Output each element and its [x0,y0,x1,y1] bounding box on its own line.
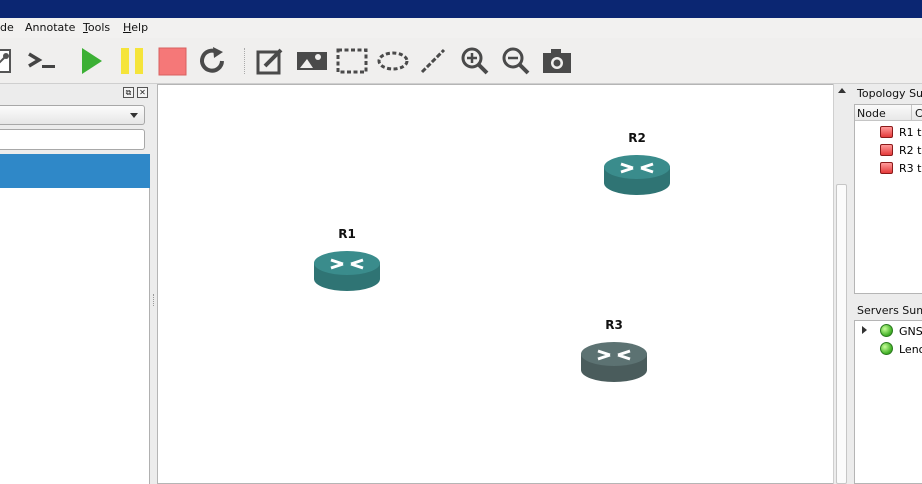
zoom-out-icon [502,47,530,75]
chevron-down-icon [130,113,138,118]
reload-all-button[interactable] [196,44,230,78]
draw-line-icon [420,48,446,74]
scroll-up-icon[interactable] [838,88,846,93]
router-icon [314,251,380,291]
stop-icon [158,47,187,76]
canvas-vertical-scrollbar[interactable] [833,84,849,484]
add-note-button[interactable] [253,44,287,78]
menu-help[interactable]: Help [123,21,148,34]
server-row-label: GNS3 [899,325,922,338]
stop-all-button[interactable] [155,44,189,78]
topology-summary-header: Node C [855,105,922,121]
selected-device-row[interactable] [0,154,150,188]
menu-tools-label: ools [87,21,111,34]
summary-dock: Topology Sum Node C R1 t R2 t R3 t Serve… [849,84,922,484]
menu-bar: de Annotate Tools Help [0,18,922,38]
console-button[interactable] [25,44,59,78]
zoom-in-icon [461,47,489,75]
running-status-icon [880,324,893,337]
topology-row-r2[interactable]: R2 t [855,141,922,159]
draw-rectangle-button[interactable] [335,44,369,78]
servers-summary-title: Servers Summ [857,304,922,317]
topology-row-label: R1 t [899,126,922,139]
menu-annotate[interactable]: Annotate [25,21,75,34]
column-header-node[interactable]: Node [857,107,886,120]
server-row-label: Leno [899,343,922,356]
topology-canvas[interactable]: R1 R2 R3 [157,84,833,484]
node-r2[interactable]: R2 [602,131,672,201]
devices-dock: ⧉ ✕ [0,84,151,484]
zoom-out-button[interactable] [499,44,533,78]
topology-row-label: R2 t [899,144,922,157]
topology-row-label: R3 t [899,162,922,175]
expand-arrow-icon[interactable] [862,326,867,334]
reload-icon [200,47,224,73]
dock-float-button[interactable]: ⧉ [123,87,134,98]
device-type-combo[interactable] [0,105,145,125]
snapshot-icon [0,49,11,73]
scrollbar-thumb[interactable] [836,184,847,484]
screenshot-button[interactable] [540,44,574,78]
menu-node[interactable]: de [0,21,14,34]
suspend-all-button[interactable] [115,44,149,78]
splitter-grip [153,294,155,306]
add-note-icon [256,48,283,75]
suspend-icon [121,48,143,74]
menu-help-label: elp [131,21,149,34]
dock-close-button[interactable]: ✕ [137,87,148,98]
device-list[interactable] [0,154,150,484]
stopped-status-icon [880,126,893,138]
menu-annotate-label: Annotate [25,21,76,34]
window-title-bar [0,0,922,18]
node-r3[interactable]: R3 [579,318,649,388]
column-divider [911,105,912,121]
insert-picture-button[interactable] [295,44,329,78]
main-toolbar [0,38,922,84]
server-row-leno[interactable]: Leno [855,340,922,358]
node-r1[interactable]: R1 [312,227,382,297]
server-row-gns3[interactable]: GNS3 [855,322,922,340]
menu-node-label: de [0,21,14,34]
running-status-icon [880,342,893,355]
draw-line-button[interactable] [416,44,450,78]
snapshot-button[interactable] [0,44,20,78]
insert-picture-icon [297,52,327,70]
topology-summary-panel[interactable]: Node C R1 t R2 t R3 t [854,104,922,294]
router-icon [604,155,670,195]
menu-tools[interactable]: Tools [83,21,110,34]
start-all-button[interactable] [74,44,108,78]
start-icon [82,48,102,74]
topology-row-r3[interactable]: R3 t [855,159,922,177]
zoom-in-button[interactable] [458,44,492,78]
screenshot-icon [543,49,571,73]
draw-ellipse-icon [377,51,409,71]
topology-summary-title: Topology Sum [857,87,922,100]
router-icon [581,342,647,382]
toolbar-separator [244,48,246,74]
stopped-status-icon [880,144,893,156]
draw-ellipse-button[interactable] [376,44,410,78]
stopped-status-icon [880,162,893,174]
device-filter-input[interactable] [0,129,145,150]
console-icon [28,52,55,68]
column-header-console[interactable]: C [915,107,922,120]
draw-rectangle-icon [336,48,368,74]
servers-summary-panel[interactable]: GNS3 Leno [854,320,922,484]
topology-row-r1[interactable]: R1 t [855,123,922,141]
